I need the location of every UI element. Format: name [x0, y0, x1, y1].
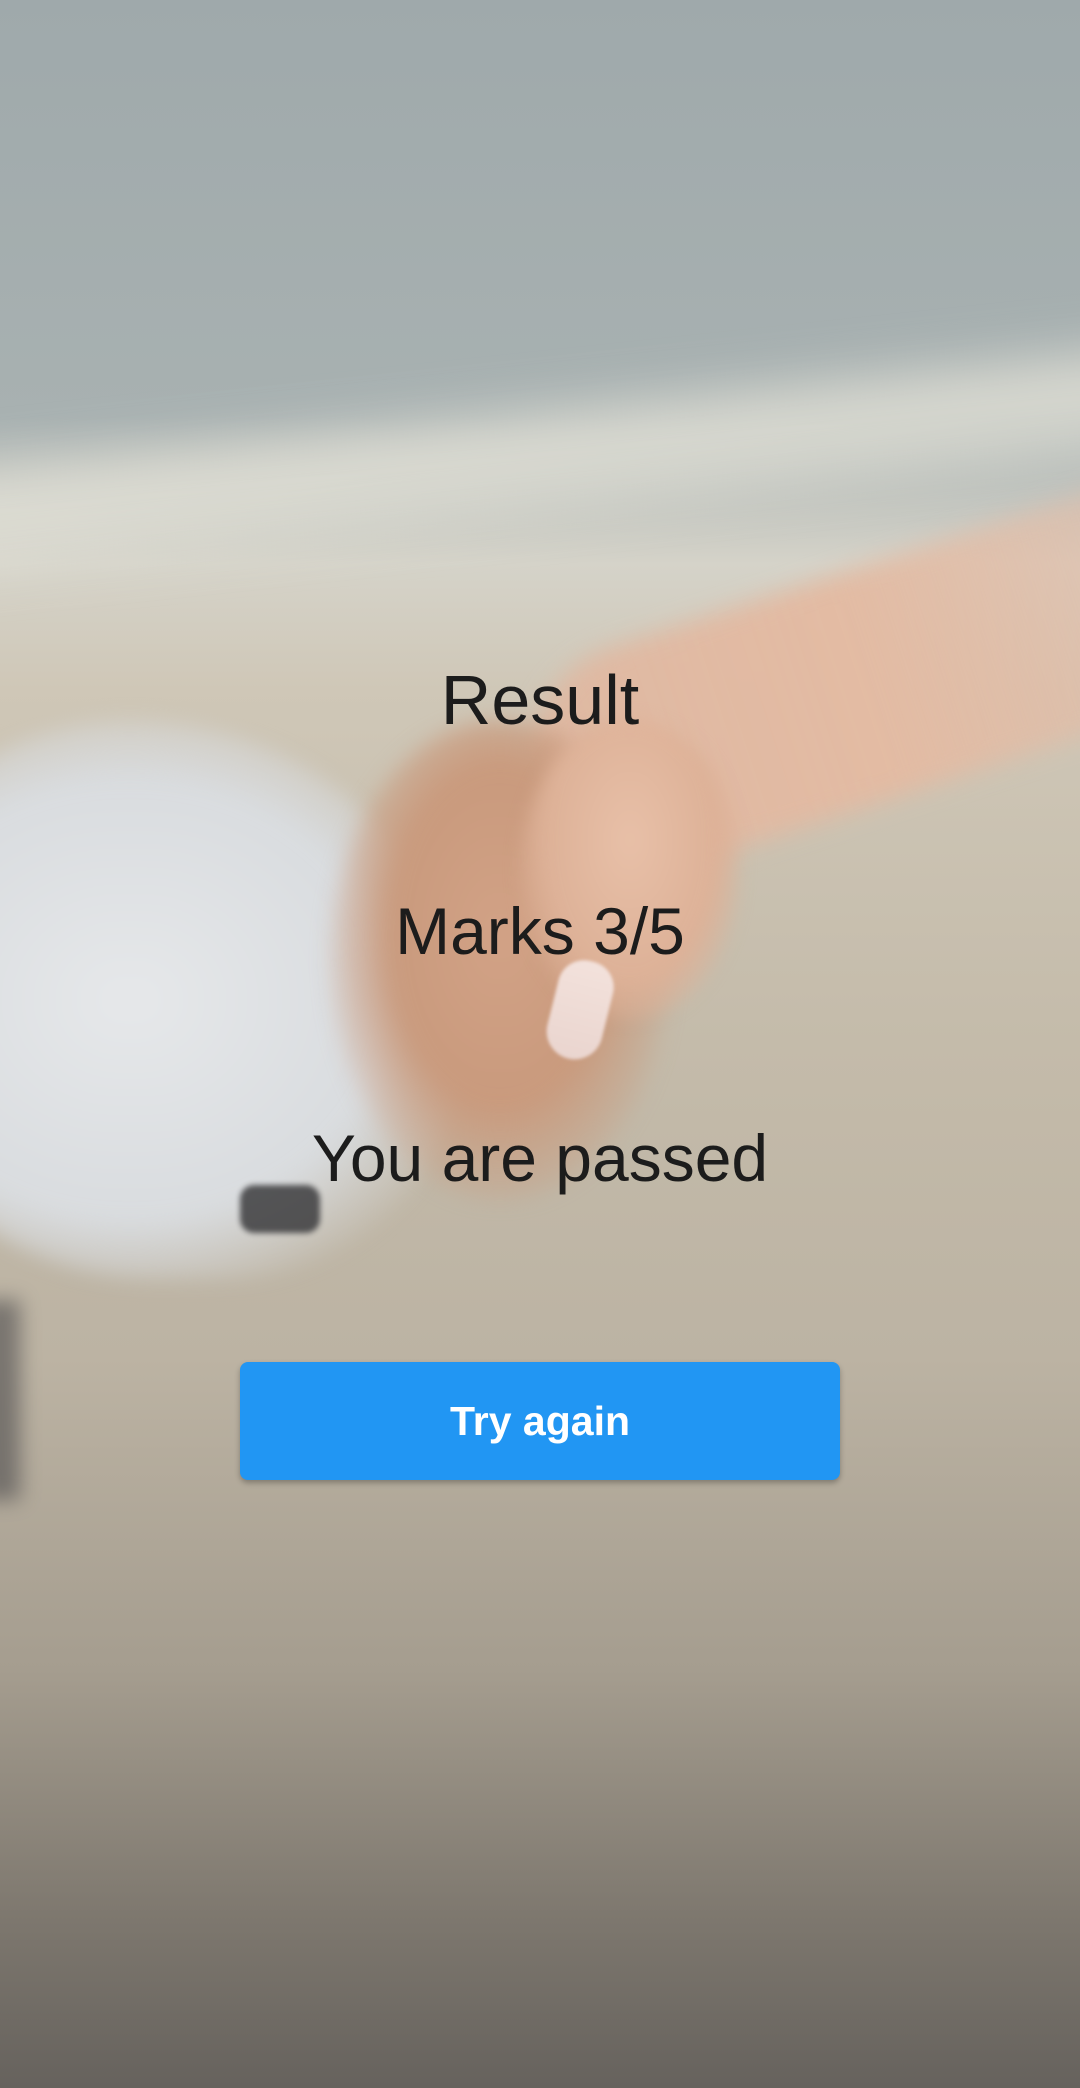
result-screen: Result Marks 3/5 You are passed Try agai… [0, 0, 1080, 2088]
pass-status-text: You are passed [311, 1121, 769, 1195]
result-title: Result [440, 661, 640, 739]
result-content: Result Marks 3/5 You are passed Try agai… [0, 0, 1080, 2088]
try-again-button[interactable]: Try again [240, 1362, 840, 1480]
marks-text: Marks 3/5 [395, 894, 685, 968]
